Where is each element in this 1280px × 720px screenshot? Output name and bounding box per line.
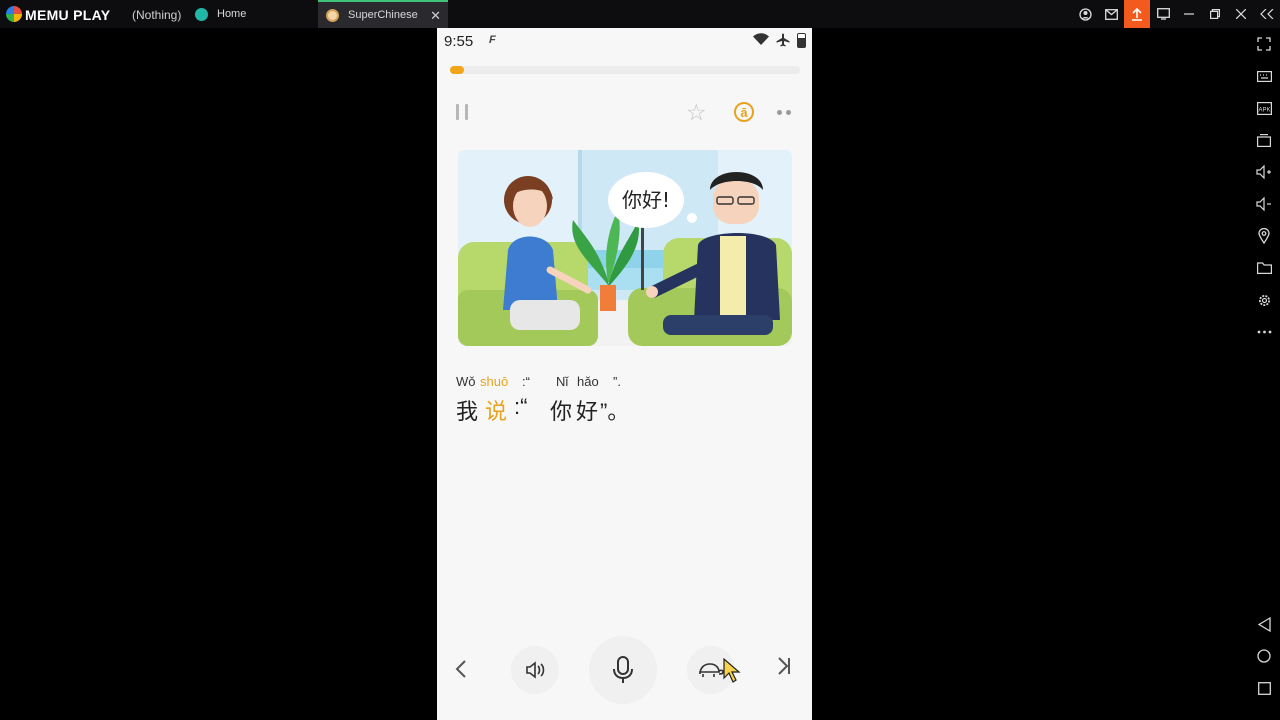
lesson-progress-fill	[450, 66, 464, 74]
speech-bubble-text: 你好!	[622, 188, 670, 212]
tab-close-icon[interactable]: ✕	[430, 8, 441, 24]
pinyin-word: :“	[522, 374, 530, 389]
pinyin-word: Nǐ	[556, 374, 569, 389]
settings-icon[interactable]	[1248, 287, 1280, 313]
volume-down-icon[interactable]	[1248, 191, 1280, 217]
location-icon[interactable]	[1248, 223, 1280, 249]
account-icon[interactable]	[1072, 0, 1098, 28]
speaker-icon	[526, 661, 545, 679]
volume-up-icon[interactable]	[1248, 159, 1280, 185]
emulator-sidebar: APK	[1248, 28, 1280, 720]
airplane-mode-icon	[776, 33, 790, 50]
svg-text:APK: APK	[1258, 107, 1270, 113]
pinyin-toggle-button[interactable]: ā	[734, 102, 754, 122]
mail-icon[interactable]	[1098, 0, 1124, 28]
tab-superchinese[interactable]: SuperChinese ✕	[318, 0, 448, 28]
superchinese-tab-icon	[326, 8, 339, 22]
upload-icon[interactable]	[1124, 0, 1150, 28]
favorite-star-icon[interactable]: ☆	[686, 99, 707, 126]
hanzi-word: ”。	[600, 399, 630, 424]
memu-logo-icon	[6, 6, 22, 22]
pinyin-word-highlighted: shuō	[480, 374, 509, 389]
pinyin-word: hǎo	[577, 374, 599, 389]
pinyin-word: ”.	[613, 374, 621, 389]
phone-screen: 9:55 F ☆ ā 你好! Wǒ shuō:“ Nǐ hǎo ”. 我 说 …	[437, 28, 812, 720]
recents-icon[interactable]	[1248, 675, 1280, 701]
apk-icon[interactable]: APK	[1248, 95, 1280, 121]
battery-icon	[797, 33, 806, 48]
hanzi-word[interactable]: 好	[576, 394, 598, 426]
hanzi-word[interactable]: 我	[456, 394, 478, 426]
home-icon[interactable]	[1248, 643, 1280, 669]
hanzi-word-highlighted[interactable]: 说	[485, 394, 507, 426]
screen-icon[interactable]	[1150, 0, 1176, 28]
more-icon[interactable]	[1248, 319, 1280, 345]
status-time: 9:55	[444, 33, 474, 50]
playback-controls	[437, 636, 812, 704]
record-voice-button[interactable]	[589, 636, 657, 704]
back-icon[interactable]	[1248, 611, 1280, 637]
multi-window-icon[interactable]	[1248, 127, 1280, 153]
home-tab-icon	[195, 7, 208, 21]
skip-next-button[interactable]	[777, 657, 791, 681]
more-options-button[interactable]	[777, 110, 791, 115]
wifi-icon	[753, 33, 769, 50]
folder-icon[interactable]	[1248, 255, 1280, 281]
tab-home[interactable]: Home	[193, 0, 313, 28]
close-icon[interactable]	[1228, 0, 1254, 28]
microphone-icon	[613, 656, 633, 683]
tab-superchinese-label: SuperChinese	[348, 9, 418, 21]
emulator-title-bar: MEMU PLAY (Nothing) Home SuperChinese ✕	[0, 0, 1280, 28]
minimize-icon[interactable]	[1176, 0, 1202, 28]
previous-button[interactable]	[455, 658, 467, 684]
pause-button[interactable]	[456, 104, 468, 120]
app-brand: MEMU PLAY	[25, 7, 111, 23]
app-subtitle: (Nothing)	[132, 8, 182, 22]
mouse-cursor-icon	[723, 658, 741, 683]
hanzi-word: :“	[514, 394, 528, 419]
collapse-sidebar-icon[interactable]	[1254, 0, 1280, 28]
restore-icon[interactable]	[1202, 0, 1228, 28]
notification-indicator: F	[489, 34, 496, 46]
pinyin-word: Wǒ	[456, 374, 476, 389]
play-audio-button[interactable]	[511, 646, 559, 694]
lesson-illustration: 你好!	[458, 150, 792, 346]
status-bar: 9:55 F	[437, 28, 812, 54]
keyboard-icon[interactable]	[1248, 63, 1280, 89]
hanzi-word[interactable]: 你	[550, 394, 572, 426]
fullscreen-icon[interactable]	[1248, 31, 1280, 57]
turtle-icon	[699, 663, 724, 677]
lesson-progress-bar	[450, 66, 800, 74]
tab-home-label: Home	[217, 8, 247, 20]
